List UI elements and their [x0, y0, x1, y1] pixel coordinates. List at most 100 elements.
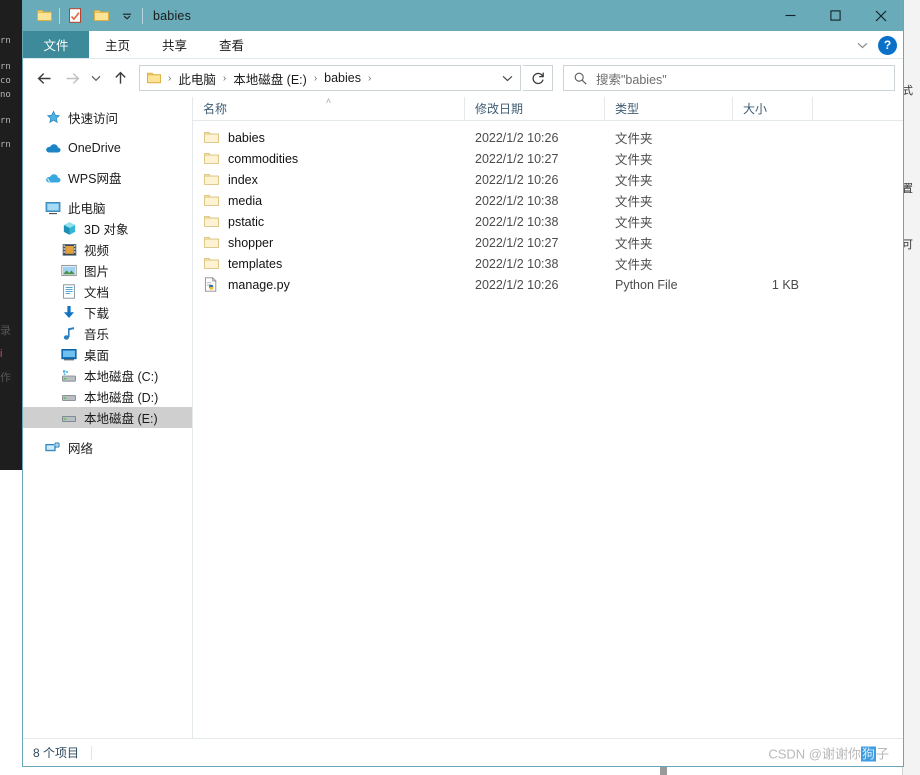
forward-button[interactable]: [59, 65, 85, 91]
desktop-icon: [61, 347, 77, 363]
watermark: CSDN @谢谢你狗子: [768, 743, 889, 762]
drive-icon: [61, 410, 77, 426]
ribbon-right-controls: ?: [852, 31, 897, 59]
file-name: commodities: [228, 151, 299, 166]
close-button[interactable]: [858, 0, 903, 31]
column-header-label: 名称: [203, 102, 228, 116]
new-folder-icon[interactable]: [88, 3, 114, 29]
file-type: 文件夹: [615, 216, 653, 230]
file-name: templates: [228, 256, 283, 271]
folder-icon: [203, 214, 219, 230]
breadcrumb: › 此电脑 › 本地磁盘 (E:) › babies ›: [146, 67, 498, 90]
sidebar-item-quick-access[interactable]: 快速访问: [23, 107, 192, 128]
watermark-selected-char: 狗: [860, 746, 876, 761]
table-row[interactable]: pstatic 2022/1/2 10:38 文件夹: [193, 211, 903, 232]
cloud-icon: [45, 170, 61, 186]
tab-share[interactable]: 共享: [146, 31, 203, 58]
tab-view[interactable]: 查看: [203, 31, 260, 58]
sidebar-item-downloads[interactable]: 下载: [23, 302, 192, 323]
folder-icon[interactable]: [31, 3, 57, 29]
background-code-fragment: rn: [0, 36, 11, 46]
address-bar[interactable]: › 此电脑 › 本地磁盘 (E:) › babies ›: [139, 65, 521, 91]
chevron-down-icon[interactable]: [852, 35, 872, 55]
background-right-panel: [902, 0, 920, 775]
file-type: 文件夹: [615, 153, 653, 167]
table-row[interactable]: media 2022/1/2 10:38 文件夹: [193, 190, 903, 211]
background-text-fragment: 置: [902, 183, 913, 195]
background-code-fragment: co: [0, 76, 11, 86]
column-header-name[interactable]: 名称 ˄: [193, 97, 465, 120]
sidebar-item-local-disk-d[interactable]: 本地磁盘 (D:): [23, 386, 192, 407]
table-row[interactable]: index 2022/1/2 10:26 文件夹: [193, 169, 903, 190]
background-text-fragment: i: [0, 348, 3, 360]
sidebar-item-this-pc[interactable]: 此电脑: [23, 197, 192, 218]
picture-icon: [61, 263, 77, 279]
cube-icon: [61, 221, 77, 237]
help-icon[interactable]: ?: [878, 35, 897, 55]
tab-file[interactable]: 文件: [23, 31, 89, 58]
background-text-fragment: 作: [0, 372, 11, 384]
tab-home[interactable]: 主页: [89, 31, 146, 58]
table-row[interactable]: templates 2022/1/2 10:38 文件夹: [193, 253, 903, 274]
file-name-cell: index: [193, 172, 465, 188]
sidebar-item-label: WPS网盘: [68, 172, 122, 186]
up-button[interactable]: [107, 65, 133, 91]
column-header-label: 类型: [615, 102, 640, 116]
sidebar-item-onedrive[interactable]: OneDrive: [23, 137, 192, 158]
sidebar-item-wps-cloud[interactable]: WPS网盘: [23, 167, 192, 188]
folder-icon: [203, 193, 219, 209]
breadcrumb-separator[interactable]: ›: [164, 73, 175, 84]
sidebar-item-music[interactable]: 音乐: [23, 323, 192, 344]
file-name-cell: shopper: [193, 235, 465, 251]
search-icon: [572, 70, 588, 86]
column-header-row: 名称 ˄ 修改日期 类型 大小: [193, 97, 903, 121]
sidebar-item-desktop[interactable]: 桌面: [23, 344, 192, 365]
sidebar-item-videos[interactable]: 视频: [23, 239, 192, 260]
item-count-label: 8 个项目: [33, 746, 80, 760]
maximize-button[interactable]: [813, 0, 858, 31]
file-name-cell: templates: [193, 256, 465, 272]
refresh-button[interactable]: [523, 65, 553, 91]
sidebar-item-label: 3D 对象: [84, 223, 129, 237]
breadcrumb-separator[interactable]: ›: [364, 73, 375, 84]
breadcrumb-item-babies[interactable]: babies: [321, 69, 364, 87]
breadcrumb-item-this-pc[interactable]: 此电脑: [175, 67, 219, 90]
breadcrumb-separator[interactable]: ›: [310, 73, 321, 84]
sidebar-item-3d-objects[interactable]: 3D 对象: [23, 218, 192, 239]
file-name: pstatic: [228, 214, 265, 229]
column-header-type[interactable]: 类型: [605, 97, 733, 120]
table-row[interactable]: babies 2022/1/2 10:26 文件夹: [193, 127, 903, 148]
sidebar-item-local-disk-e[interactable]: 本地磁盘 (E:): [23, 407, 192, 428]
sidebar-item-label: 本地磁盘 (D:): [84, 391, 159, 405]
breadcrumb-separator[interactable]: ›: [219, 73, 230, 84]
table-row[interactable]: commodities 2022/1/2 10:27 文件夹: [193, 148, 903, 169]
file-date: 2022/1/2 10:38: [475, 256, 559, 271]
music-icon: [61, 326, 77, 342]
monitor-icon: [45, 200, 61, 216]
file-date: 2022/1/2 10:27: [475, 151, 559, 166]
column-header-size[interactable]: 大小: [733, 97, 813, 120]
sort-ascending-icon: ˄: [325, 96, 332, 106]
recent-locations-button[interactable]: [87, 65, 105, 91]
background-text-fragment: 可: [902, 239, 913, 251]
column-header-date-modified[interactable]: 修改日期: [465, 97, 605, 120]
table-row[interactable]: manage.py 2022/1/2 10:26 Python File 1 K…: [193, 274, 903, 295]
sidebar-item-documents[interactable]: 文档: [23, 281, 192, 302]
sidebar-item-local-disk-c[interactable]: 本地磁盘 (C:): [23, 365, 192, 386]
sidebar-item-network[interactable]: 网络: [23, 437, 192, 458]
search-input[interactable]: 搜索"babies": [563, 65, 895, 91]
video-icon: [61, 242, 77, 258]
breadcrumb-item-drive-e[interactable]: 本地磁盘 (E:): [230, 67, 310, 90]
table-row[interactable]: shopper 2022/1/2 10:27 文件夹: [193, 232, 903, 253]
chevron-down-icon[interactable]: [114, 3, 140, 29]
file-date: 2022/1/2 10:38: [475, 214, 559, 229]
sidebar-item-label: 视频: [84, 244, 110, 258]
address-dropdown-icon[interactable]: [498, 67, 516, 89]
explorer-body: 快速访问 OneDrive WPS网盘 此电脑 3D 对象 视频 图片 文档 下…: [23, 97, 903, 738]
properties-icon[interactable]: [62, 3, 88, 29]
back-button[interactable]: [31, 65, 57, 91]
file-type: 文件夹: [615, 195, 653, 209]
sidebar-item-pictures[interactable]: 图片: [23, 260, 192, 281]
navigation-bar: › 此电脑 › 本地磁盘 (E:) › babies › 搜索"babies": [23, 59, 903, 97]
minimize-button[interactable]: [768, 0, 813, 31]
